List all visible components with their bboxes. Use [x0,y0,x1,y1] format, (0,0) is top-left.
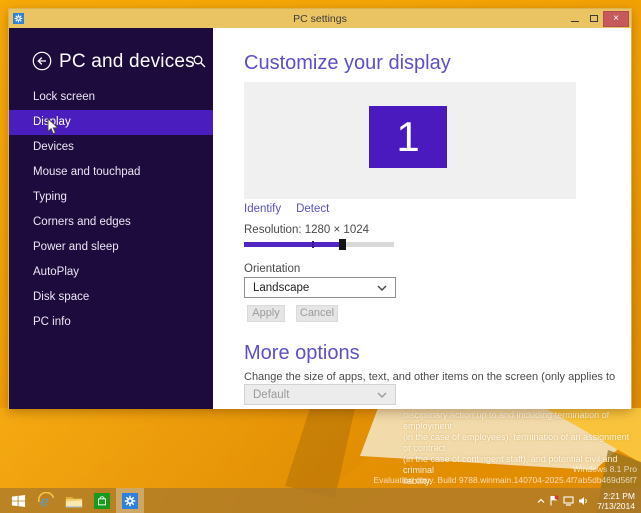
internet-explorer-button[interactable]: e [32,488,60,513]
cancel-button[interactable]: Cancel [296,305,338,322]
sidebar-item-typing[interactable]: Typing [9,185,213,210]
desktop: disciplinary action up to and including … [0,0,641,513]
action-center-button[interactable] [549,495,559,506]
file-explorer-button[interactable] [60,488,88,513]
slider-thumb[interactable] [339,239,346,250]
taskbar: e [0,488,641,513]
sidebar-item-disk-space[interactable]: Disk space [9,285,213,310]
sidebar-item-pc-info[interactable]: PC info [9,310,213,335]
clock-time: 2:21 PM [597,491,635,501]
start-button[interactable] [4,488,32,513]
show-hidden-icons-button[interactable] [537,498,545,504]
detect-link[interactable]: Detect [296,203,329,215]
sidebar-item-display[interactable]: Display [9,110,213,135]
slider-tick [312,241,314,248]
windows-logo-icon [11,494,26,508]
search-button[interactable] [193,55,206,68]
maximize-button[interactable] [584,10,603,27]
settings-sidebar: PC and devices Lock screen Display Devic… [9,28,213,409]
orientation-label: Orientation [244,263,300,275]
pc-settings-taskbar-button[interactable] [116,488,144,513]
volume-button[interactable] [578,496,589,506]
window-title: PC settings [9,13,631,25]
orientation-value: Landscape [253,282,309,294]
flag-icon [549,495,559,506]
svg-text:e: e [41,494,49,510]
identify-link[interactable]: Identify [244,203,281,215]
resolution-label: Resolution: 1280 × 1024 [244,224,369,236]
display-settings-panel: Customize your display 1 Identify Detect… [213,28,631,409]
section-title: Customize your display [244,52,451,75]
maximize-icon [590,15,598,22]
minimize-button[interactable] [565,10,584,27]
pc-settings-window: PC settings × PC and devices [8,8,632,409]
monitor-1[interactable]: 1 [369,106,447,168]
taskbar-clock[interactable]: 2:21 PM 7/13/2014 [593,491,639,511]
store-icon [94,493,110,509]
store-button[interactable] [88,488,116,513]
internet-explorer-icon: e [37,492,55,510]
display-preview-area: 1 [244,82,576,199]
clock-date: 7/13/2014 [597,501,635,511]
settings-gear-icon [122,493,138,509]
chevron-down-icon [377,285,387,291]
sidebar-item-corners-edges[interactable]: Corners and edges [9,210,213,235]
apply-button[interactable]: Apply [247,305,285,322]
back-button[interactable] [32,51,52,71]
sidebar-item-devices[interactable]: Devices [9,135,213,160]
network-button[interactable] [563,496,574,506]
close-button[interactable]: × [603,11,629,27]
chevron-up-icon [537,498,545,504]
orientation-select[interactable]: Landscape [244,277,396,298]
speaker-icon [578,496,589,506]
scaling-value: Default [253,389,289,401]
folder-icon [65,493,83,509]
slider-fill [244,242,342,247]
sidebar-item-lock-screen[interactable]: Lock screen [9,85,213,110]
scaling-select[interactable]: Default [244,384,396,405]
network-icon [563,496,574,506]
section-title: More options [244,342,360,365]
resolution-slider[interactable] [244,242,394,247]
search-icon [193,55,206,68]
sidebar-item-mouse-touchpad[interactable]: Mouse and touchpad [9,160,213,185]
back-arrow-icon [32,51,52,71]
mouse-cursor [47,118,59,135]
monitor-number: 1 [396,116,419,158]
minimize-icon [571,21,579,22]
evaluation-watermark: Windows 8.1 Pro Evaluation copy. Build 9… [373,464,637,486]
sidebar-title: PC and devices [59,51,195,73]
sidebar-item-power-sleep[interactable]: Power and sleep [9,235,213,260]
sidebar-item-autoplay[interactable]: AutoPlay [9,260,213,285]
chevron-down-icon [377,392,387,398]
title-bar[interactable]: PC settings × [9,9,631,28]
